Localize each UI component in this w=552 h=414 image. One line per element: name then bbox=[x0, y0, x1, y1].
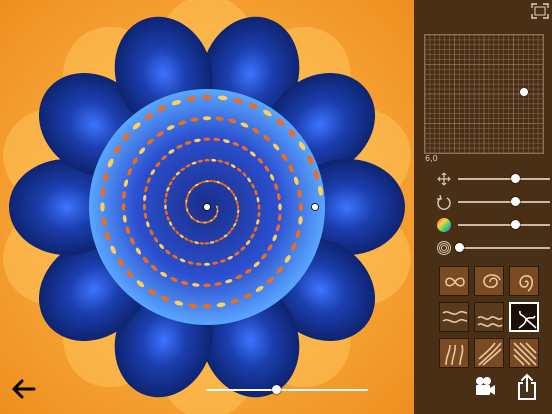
spiral-slider[interactable] bbox=[436, 240, 550, 256]
slider-knob[interactable] bbox=[455, 243, 464, 252]
kaleidoscope-art bbox=[0, 0, 414, 414]
video-camera-icon bbox=[476, 377, 495, 395]
thumb-stripes-icon bbox=[513, 342, 537, 366]
slider-track bbox=[458, 178, 550, 180]
thumb-feather-icon bbox=[478, 342, 502, 366]
fish-mark bbox=[236, 204, 240, 210]
fish-mark bbox=[204, 158, 210, 162]
fish-mark bbox=[298, 202, 304, 212]
share-icon bbox=[518, 373, 536, 400]
kaleidoscope-canvas[interactable] bbox=[0, 0, 414, 414]
fish-mark bbox=[203, 262, 211, 266]
slider-knob[interactable] bbox=[511, 220, 520, 229]
fish-mark bbox=[202, 116, 212, 121]
fullscreen-button[interactable] bbox=[531, 3, 549, 19]
coordinate-readout: 6,0 bbox=[425, 154, 438, 163]
fish-mark bbox=[278, 203, 282, 211]
share-button[interactable] bbox=[514, 372, 540, 402]
control-panel: 6,0 bbox=[414, 0, 552, 414]
slider-track bbox=[458, 201, 550, 203]
rotate-icon bbox=[437, 194, 451, 210]
thumb-tentacle[interactable] bbox=[509, 302, 539, 332]
fish-mark bbox=[203, 137, 211, 141]
slider-knob[interactable] bbox=[511, 174, 520, 183]
slider-track bbox=[458, 224, 550, 226]
radius-handle bbox=[311, 203, 319, 211]
thumb-tentacle-icon bbox=[518, 310, 537, 329]
thumb-infinity[interactable] bbox=[439, 266, 469, 296]
spiral-icon bbox=[437, 241, 451, 255]
thumb-stripes[interactable] bbox=[509, 338, 539, 368]
slider-knob[interactable] bbox=[511, 197, 520, 206]
rotate-slider[interactable] bbox=[436, 194, 550, 210]
fish-mark bbox=[203, 283, 211, 288]
fullscreen-icon bbox=[531, 3, 549, 19]
fish-mark bbox=[121, 203, 126, 211]
thumb-waves-icon bbox=[442, 310, 468, 323]
slider-track bbox=[458, 247, 550, 249]
position-grid[interactable] bbox=[424, 34, 544, 154]
thumb-vortex[interactable] bbox=[509, 266, 539, 296]
thumb-swirl[interactable] bbox=[474, 266, 504, 296]
color-slider[interactable] bbox=[436, 217, 550, 233]
thumb-coral[interactable] bbox=[439, 338, 469, 368]
fish-mark bbox=[202, 304, 212, 309]
move-arrows-icon bbox=[437, 172, 451, 186]
thumb-waves[interactable] bbox=[439, 302, 469, 332]
timeline-slider-track[interactable] bbox=[206, 389, 368, 391]
thumb-ripple[interactable] bbox=[474, 302, 504, 332]
back-button[interactable] bbox=[10, 378, 38, 400]
thumb-vortex-icon bbox=[519, 275, 534, 292]
color-wheel-icon bbox=[437, 218, 451, 232]
fish-mark bbox=[142, 203, 147, 211]
fish-mark bbox=[204, 242, 210, 245]
thumb-infinity-icon bbox=[445, 277, 465, 287]
fish-mark bbox=[100, 202, 105, 212]
back-arrow-icon bbox=[12, 379, 36, 399]
translate-slider[interactable] bbox=[436, 171, 550, 187]
timeline-slider-knob[interactable] bbox=[272, 385, 281, 394]
thumb-swirl-icon bbox=[483, 274, 501, 289]
thumb-ripple-icon bbox=[477, 316, 503, 327]
center-handle bbox=[203, 203, 211, 211]
fish-mark bbox=[205, 180, 209, 183]
fish-mark bbox=[202, 94, 212, 100]
fish-mark bbox=[257, 204, 261, 210]
record-button[interactable] bbox=[472, 374, 498, 400]
fish-mark bbox=[164, 204, 167, 210]
thumb-coral-icon bbox=[445, 344, 464, 366]
grid-handle[interactable] bbox=[519, 87, 529, 97]
thumb-feather[interactable] bbox=[474, 338, 504, 368]
